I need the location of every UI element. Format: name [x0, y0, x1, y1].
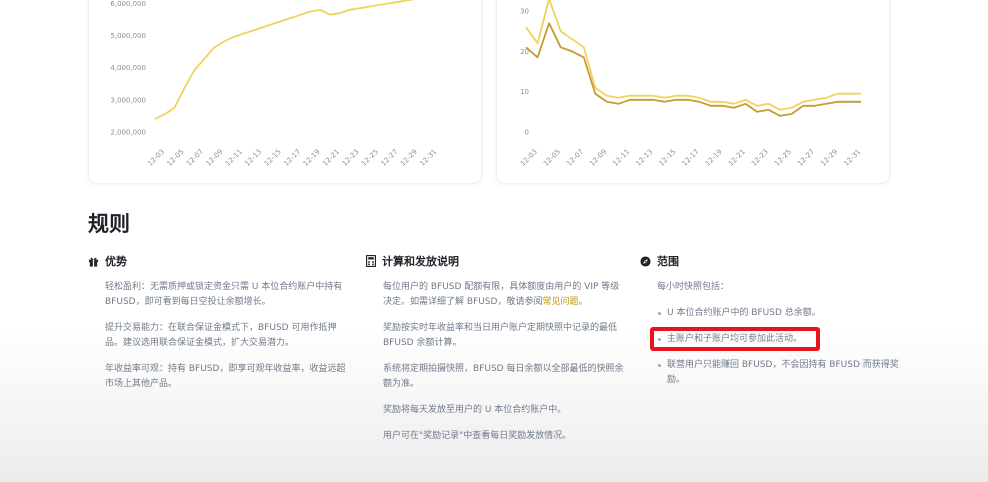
calculation-item: 每位用户的 BFUSD 配额有限，具体额度由用户的 VIP 等级决定。如需详细了…	[366, 280, 626, 310]
y-tick-label: 3,000,000	[110, 96, 146, 104]
advantage-item: 轻松盈利：无需质押或锁定资金只需 U 本位合约账户中持有 BFUSD，即可看到每…	[105, 282, 343, 307]
x-tick-label: 12-21	[727, 148, 747, 168]
scope-icon	[640, 255, 651, 267]
apr-chart: 302010012-03 12-05 12-07 12-09 12-11 12-13 12-…	[519, 0, 862, 168]
scope-item: U 本位合约账户中的 BFUSD 总余额。	[657, 306, 900, 321]
x-tick-label: 12-21	[321, 148, 341, 168]
x-tick-label: 12-19	[704, 148, 724, 168]
x-tick-label: 12-29	[819, 148, 839, 168]
x-tick-label: 12-11	[611, 148, 631, 168]
x-tick-label: 12-09	[204, 148, 224, 168]
x-tick-label: 12-13	[243, 148, 263, 168]
total-balance-chart-card: 6,000,000 5,000,000 4,000,000 3,000,000 2,00…	[88, 0, 482, 184]
y-tick-label: 0	[525, 129, 529, 137]
apr-chart-card: 30 20 10 0 12-03 12-05 12-07 12-09 12-11 12-13 12-…	[496, 0, 890, 184]
x-tick-label: 12-15	[263, 148, 283, 168]
calculation-section: 计算和发放说明 每位用户的 BFUSD 配额有限，具体额度由用户的 VIP 等级…	[366, 254, 626, 444]
calculation-item: 用户可在"奖励记录"中查看每日奖励发放情况。	[383, 431, 572, 441]
scope-intro: 每小时快照包括：	[657, 282, 730, 292]
x-tick-label: 12-17	[681, 148, 701, 168]
x-tick-label: 12-07	[185, 148, 205, 168]
y-tick-label: 5,000,000	[110, 32, 146, 40]
series-line	[154, 0, 415, 120]
y-tick-label: 30	[520, 8, 529, 16]
faq-link[interactable]: 常见问题	[542, 297, 578, 307]
x-tick-label: 12-13	[634, 148, 654, 168]
calculation-item: 奖励按实时年收益率和当日用户账户定期快照中记录的最低 BFUSD 余额计算。	[383, 323, 618, 348]
x-tick-label: 12-31	[842, 148, 862, 168]
x-tick-label: 12-09	[588, 148, 608, 168]
gift-icon	[88, 257, 99, 267]
x-tick-label: 12-17	[282, 148, 302, 168]
x-tick-label: 12-23	[341, 148, 361, 168]
advantage-item: 提升交易能力：在联合保证金模式下，BFUSD 可用作抵押品。建议选用联合保证金模…	[105, 323, 337, 348]
x-tick-label: 12-25	[773, 148, 793, 168]
x-tick-label: 12-29	[399, 148, 419, 168]
x-tick-label: 12-03	[519, 148, 539, 168]
annotation-highlight-box	[650, 327, 820, 351]
y-tick-label: 4,000,000	[110, 64, 146, 72]
y-tick-label: 10	[520, 88, 529, 96]
calculation-heading: 计算和发放说明	[382, 255, 459, 268]
x-tick-label: 12-27	[796, 148, 816, 168]
x-tick-label: 12-05	[542, 148, 562, 168]
x-tick-label: 12-07	[565, 148, 585, 168]
y-tick-label: 6,000,000	[110, 0, 146, 8]
scope-heading: 范围	[657, 255, 679, 268]
x-tick-label: 12-23	[750, 148, 770, 168]
scope-section: 范围 每小时快照包括： U 本位合约账户中的 BFUSD 总余额。 主账户和子账…	[640, 254, 900, 388]
x-tick-label: 12-25	[360, 148, 380, 168]
series-line	[525, 22, 861, 117]
advantages-section: 优势 轻松盈利：无需质押或锁定资金只需 U 本位合约账户中持有 BFUSD，即可…	[88, 254, 348, 392]
calculator-icon	[366, 255, 376, 267]
calculation-item-suffix: 。	[578, 297, 588, 307]
total-balance-chart: 6,000,000 5,000,000 4,000,000 3,000,000 2,00…	[110, 0, 438, 168]
series-line	[525, 0, 861, 111]
x-tick-label: 12-19	[302, 148, 322, 168]
calculation-heading-row: 计算和发放说明	[366, 254, 626, 268]
y-tick-label: 2,000,000	[110, 129, 146, 137]
calculation-item: 系统将定期拍摄快照，BFUSD 每日余额以全部最低的快照余额为准。	[383, 364, 624, 389]
x-tick-label: 12-15	[658, 148, 678, 168]
advantages-heading-row: 优势	[88, 254, 348, 268]
rules-title: 规则	[88, 212, 130, 236]
x-tick-label: 12-27	[379, 148, 399, 168]
advantage-item: 年收益率可观：持有 BFUSD，即享可观年收益率，收益远超市场上其他产品。	[105, 364, 346, 389]
x-tick-label: 12-11	[224, 148, 244, 168]
scope-heading-row: 范围	[640, 254, 900, 268]
scope-item: 联营用户只能赚回 BFUSD，不会因持有 BFUSD 而获得奖励。	[657, 358, 900, 388]
x-tick-label: 12-05	[166, 148, 186, 168]
x-tick-label: 12-03	[146, 148, 166, 168]
advantages-heading: 优势	[105, 255, 127, 268]
calculation-item: 奖励将每天发放至用户的 U 本位合约账户中。	[383, 405, 567, 415]
x-tick-label: 12-31	[418, 148, 438, 168]
